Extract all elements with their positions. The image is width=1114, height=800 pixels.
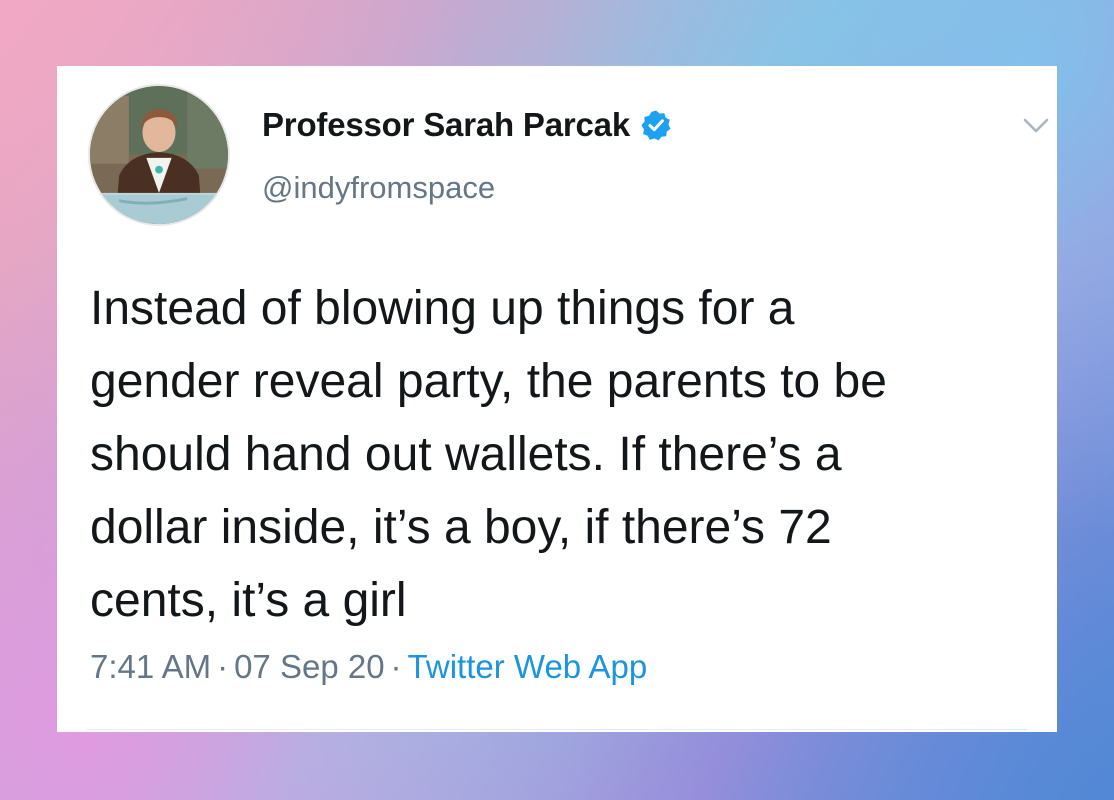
chevron-down-icon[interactable]	[1019, 108, 1053, 142]
author-display-name[interactable]: Professor Sarah Parcak	[262, 106, 630, 144]
author-row: Professor Sarah Parcak	[262, 106, 672, 144]
divider	[87, 729, 1027, 730]
tweet-card: Professor Sarah Parcak @indyfromspace In…	[57, 66, 1057, 732]
tweet-text-line: dollar inside, it’s a boy, if there’s 72	[90, 501, 832, 554]
tweet-text-line: should hand out wallets. If there’s a	[90, 428, 842, 481]
author-handle[interactable]: @indyfromspace	[262, 170, 495, 206]
meta-separator: ·	[390, 648, 402, 685]
tweet-time[interactable]: 7:41 AM	[90, 648, 211, 685]
tweet-metadata: 7:41 AM · 07 Sep 20 · Twitter Web App	[90, 648, 647, 686]
tweet-text: Instead of blowing up things for a gende…	[90, 272, 1050, 637]
meta-separator: ·	[217, 648, 229, 685]
verified-badge-icon	[640, 109, 672, 141]
tweet-text-line: gender reveal party, the parents to be	[90, 355, 887, 408]
avatar[interactable]	[88, 84, 230, 226]
tweet-date[interactable]: 07 Sep 20	[234, 648, 384, 685]
tweet-text-line: Instead of blowing up things for a	[90, 282, 795, 335]
avatar-photo	[90, 86, 228, 224]
tweet-text-line: cents, it’s a girl	[90, 574, 407, 627]
tweet-source-link[interactable]: Twitter Web App	[408, 648, 648, 685]
